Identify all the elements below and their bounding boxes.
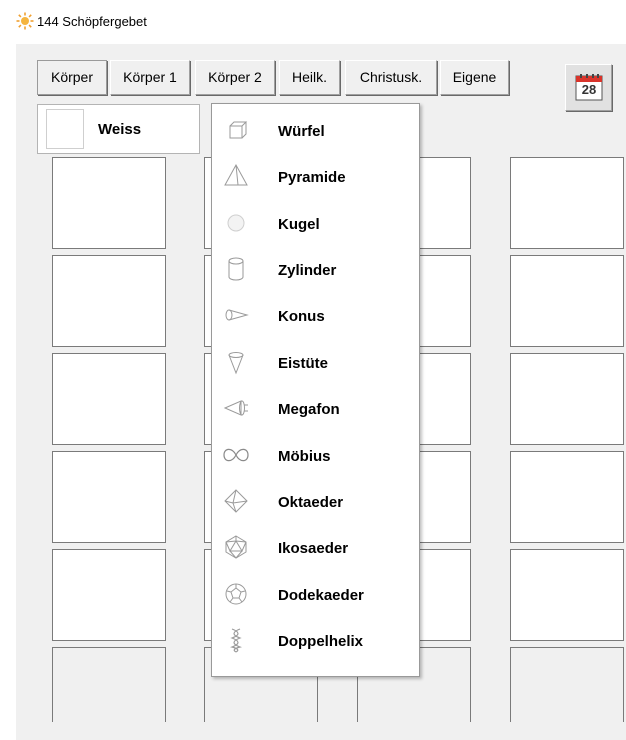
tab-eigene[interactable]: Eigene xyxy=(440,60,509,95)
shape-slot[interactable] xyxy=(510,549,624,641)
shape-slot[interactable] xyxy=(510,353,624,445)
sun-icon xyxy=(16,12,34,30)
title-bar: 144 Schöpfergebet xyxy=(0,0,626,44)
cylinder-icon xyxy=(228,257,244,281)
icosahedron-icon xyxy=(225,535,247,559)
dodecahedron-icon xyxy=(225,583,247,605)
shape-slot[interactable] xyxy=(52,451,166,543)
menu-item-label: Konus xyxy=(278,308,325,325)
shape-dropdown-menu: Würfel Pyramide Kugel Zylinder Konus Eis… xyxy=(211,103,420,677)
menu-item-label: Eistüte xyxy=(278,355,329,372)
menu-item-wuerfel[interactable]: Würfel xyxy=(212,108,419,154)
menu-item-pyramide[interactable]: Pyramide xyxy=(212,154,419,200)
calendar-button[interactable]: 28 xyxy=(565,64,612,111)
menu-item-kugel[interactable]: Kugel xyxy=(212,201,419,247)
menu-item-konus[interactable]: Konus xyxy=(212,293,419,339)
tab-christusk[interactable]: Christusk. xyxy=(345,60,437,95)
color-value: Weiss xyxy=(98,121,142,138)
tab-koerper-1[interactable]: Körper 1 xyxy=(110,60,190,95)
tab-koerper-2[interactable]: Körper 2 xyxy=(195,60,275,95)
menu-item-dodekaeder[interactable]: Dodekaeder xyxy=(212,572,419,618)
menu-item-label: Pyramide xyxy=(278,169,346,186)
shape-slot[interactable] xyxy=(52,353,166,445)
shape-slot[interactable] xyxy=(510,647,624,722)
menu-item-ikosaeder[interactable]: Ikosaeder xyxy=(212,525,419,571)
menu-item-label: Doppelhelix xyxy=(278,633,364,650)
sphere-icon xyxy=(227,214,245,232)
menu-item-eistuete[interactable]: Eistüte xyxy=(212,340,419,386)
double-helix-icon xyxy=(229,628,243,653)
color-select[interactable]: Weiss xyxy=(37,104,200,154)
octahedron-icon xyxy=(224,489,248,513)
menu-item-megafon[interactable]: Megafon xyxy=(212,386,419,432)
shape-slot[interactable] xyxy=(510,255,624,347)
menu-item-label: Zylinder xyxy=(278,262,337,279)
tab-koerper[interactable]: Körper xyxy=(37,60,107,95)
calendar-day-label: 28 xyxy=(581,82,597,97)
menu-item-doppelhelix[interactable]: Doppelhelix xyxy=(212,618,419,664)
shape-slot[interactable] xyxy=(510,157,624,249)
menu-item-label: Ikosaeder xyxy=(278,540,349,557)
menu-item-label: Möbius xyxy=(278,448,331,465)
shape-slot[interactable] xyxy=(52,157,166,249)
menu-item-zylinder[interactable]: Zylinder xyxy=(212,247,419,293)
shape-slot[interactable] xyxy=(52,255,166,347)
pyramid-icon xyxy=(224,163,248,186)
cube-icon xyxy=(229,121,248,139)
menu-item-moebius[interactable]: Möbius xyxy=(212,433,419,479)
shape-slot[interactable] xyxy=(510,451,624,543)
menu-item-label: Megafon xyxy=(278,401,340,418)
mobius-icon xyxy=(223,448,249,462)
window-title: 144 Schöpfergebet xyxy=(37,14,147,29)
megaphone-icon xyxy=(223,400,248,416)
color-swatch xyxy=(46,109,84,149)
cone-icon xyxy=(225,309,249,321)
ice-cream-cone-icon xyxy=(228,352,244,375)
menu-item-label: Würfel xyxy=(278,123,325,140)
menu-item-label: Kugel xyxy=(278,216,320,233)
menu-item-oktaeder[interactable]: Oktaeder xyxy=(212,479,419,525)
menu-item-label: Oktaeder xyxy=(278,494,344,511)
tab-heilk[interactable]: Heilk. xyxy=(279,60,340,95)
shape-slot[interactable] xyxy=(52,549,166,641)
menu-item-label: Dodekaeder xyxy=(278,587,364,604)
shape-slot[interactable] xyxy=(52,647,166,722)
